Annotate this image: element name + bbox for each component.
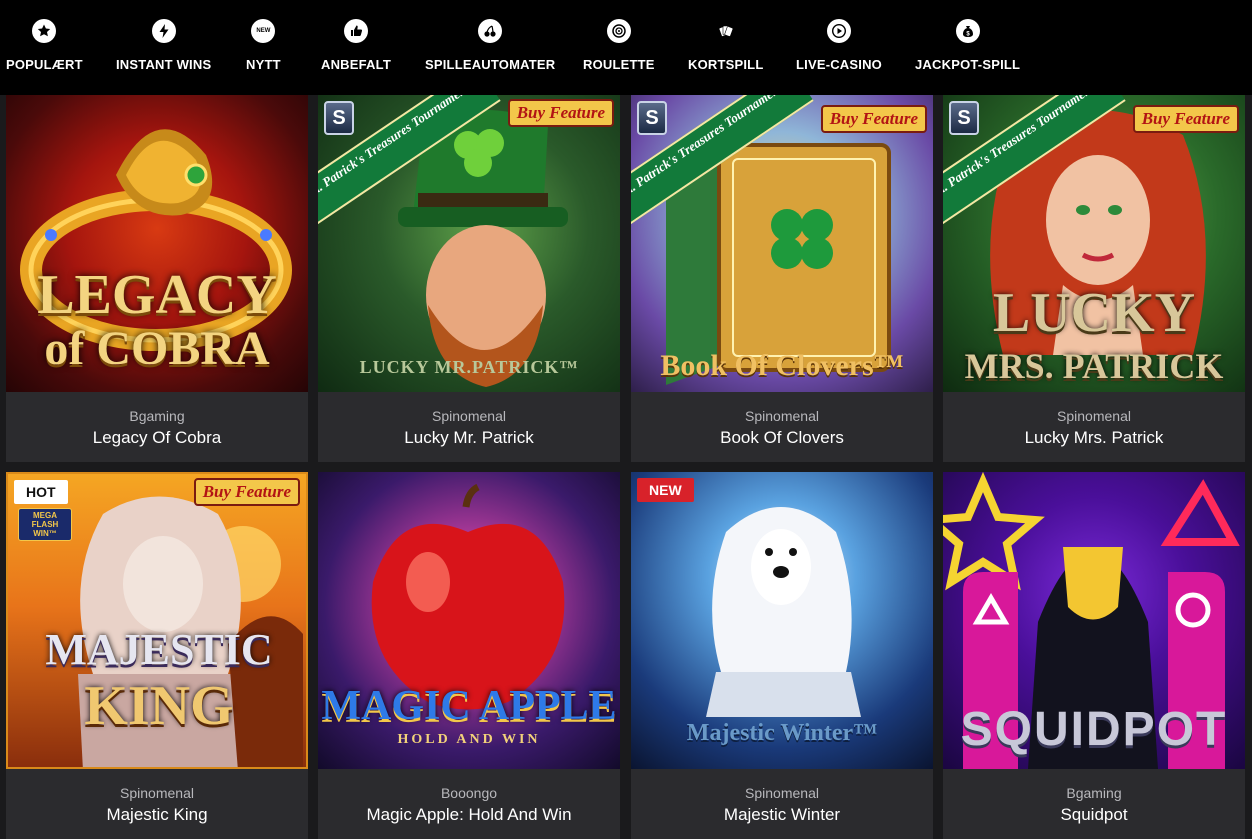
nav-item-card-games[interactable]: KORTSPILL (688, 19, 763, 81)
game-thumbnail: LUCKY MR.PATRICK™ S St. Patrick's Treasu… (318, 95, 620, 392)
game-tile-legacy-of-cobra[interactable]: LEGACY of COBRA Bgaming Legacy Of Cobra (6, 95, 308, 462)
new-badge: NEW (637, 478, 694, 502)
nav-label: POPULÆRT (6, 57, 83, 72)
game-title: Lucky Mr. Patrick (404, 428, 534, 447)
game-tile-majestic-winter[interactable]: Majestic Winter™ NEW Spinomenal Majestic… (631, 472, 933, 839)
nav-label: KORTSPILL (688, 57, 764, 72)
game-title: Book Of Clovers (720, 428, 844, 447)
game-logo-text: HOLD AND WIN (397, 732, 541, 747)
game-meta: Booongo Magic Apple: Hold And Win (318, 769, 620, 839)
buy-feature-badge: Buy Feature (1132, 105, 1239, 133)
game-title: Lucky Mrs. Patrick (1024, 428, 1164, 447)
roulette-icon (606, 19, 631, 43)
nav-label: JACKPOT-SPILL (915, 57, 1021, 72)
game-title: Majestic King (106, 805, 208, 824)
game-tile-squidpot[interactable]: SQUIDPOT Bgaming Squidpot (943, 472, 1245, 839)
nav-item-live-casino[interactable]: LIVE-CASINO (796, 19, 882, 81)
game-meta: Spinomenal Majestic King (6, 769, 308, 839)
game-meta: Spinomenal Lucky Mrs. Patrick (943, 392, 1245, 462)
game-logo-text: SQUIDPOT (960, 703, 1228, 756)
game-logo-text: Majestic Winter™ (686, 720, 878, 746)
game-meta: Spinomenal Book Of Clovers (631, 392, 933, 462)
game-title: Magic Apple: Hold And Win (366, 805, 572, 824)
lightning-icon (151, 19, 176, 43)
spinomenal-logo-icon: S (324, 101, 354, 135)
game-provider: Booongo (440, 785, 498, 801)
game-thumbnail: MAJESTIC KING HOT MEGA FLASH WIN™ Buy Fe… (6, 472, 308, 769)
buy-feature-badge: Buy Feature (193, 478, 300, 506)
spinomenal-logo-icon: S (637, 101, 667, 135)
nav-label: SPILLEAUTOMATER (425, 57, 556, 72)
game-provider: Spinomenal (1057, 408, 1131, 424)
nav-item-popular[interactable]: POPULÆRT (6, 19, 83, 81)
game-logo-text: LUCKY (992, 282, 1196, 344)
game-thumbnail: SQUIDPOT (943, 472, 1245, 769)
new-icon: NEW (251, 19, 276, 43)
buy-feature-badge: Buy Feature (820, 105, 927, 133)
game-thumbnail: Majestic Winter™ NEW (631, 472, 933, 769)
game-provider: Spinomenal (432, 408, 506, 424)
game-provider: Spinomenal (120, 785, 194, 801)
nav-label: INSTANT WINS (116, 57, 212, 72)
game-thumbnail: MAGIC APPLE HOLD AND WIN (318, 472, 620, 769)
game-meta: Spinomenal Lucky Mr. Patrick (318, 392, 620, 462)
game-provider: Spinomenal (745, 785, 819, 801)
game-logo-text: Book Of Clovers™ (660, 349, 904, 382)
game-logo-text: KING (84, 675, 234, 737)
game-title: Majestic Winter (723, 805, 841, 824)
spinomenal-logo-icon: S (949, 101, 979, 135)
game-meta: Bgaming Squidpot (943, 769, 1245, 839)
nav-item-instant-wins[interactable]: INSTANT WINS (116, 19, 211, 81)
nav-label: LIVE-CASINO (796, 57, 882, 72)
star-icon (32, 19, 57, 43)
game-logo-text: MAGIC APPLE (321, 683, 617, 729)
hot-badge: HOT (14, 480, 68, 504)
game-tile-lucky-mrs-patrick[interactable]: LUCKY MRS. PATRICK S St. Patrick's Treas… (943, 95, 1245, 462)
cherry-icon (478, 19, 503, 43)
game-logo-text: of COBRA (44, 322, 270, 375)
money-bag-icon: $ (955, 19, 980, 43)
category-nav: POPULÆRT INSTANT WINS NEW NYTT ANBEFALT … (0, 0, 1252, 95)
game-thumbnail: LUCKY MRS. PATRICK S St. Patrick's Treas… (943, 95, 1245, 392)
nav-label: ROULETTE (583, 57, 655, 72)
game-logo-text: MRS. PATRICK (964, 346, 1224, 386)
game-provider: Bgaming (1066, 785, 1122, 801)
game-thumbnail: Book Of Clovers™ S St. Patrick's Treasur… (631, 95, 933, 392)
play-icon (826, 19, 851, 43)
buy-feature-badge: Buy Feature (507, 99, 614, 127)
game-thumbnail: LEGACY of COBRA (6, 95, 308, 392)
game-tile-majestic-king[interactable]: MAJESTIC KING HOT MEGA FLASH WIN™ Buy Fe… (6, 472, 308, 839)
new-icon-text: NEW (256, 28, 271, 34)
game-provider: Spinomenal (745, 408, 819, 424)
mega-flash-win-badge: MEGA FLASH WIN™ (18, 508, 72, 541)
game-logo-text: LEGACY (37, 264, 277, 326)
game-tile-lucky-mr-patrick[interactable]: LUCKY MR.PATRICK™ S St. Patrick's Treasu… (318, 95, 620, 462)
game-tile-book-of-clovers[interactable]: Book Of Clovers™ S St. Patrick's Treasur… (631, 95, 933, 462)
thumbs-up-icon (343, 19, 368, 43)
game-logo-text: LUCKY MR.PATRICK™ (359, 357, 579, 377)
game-title: Legacy Of Cobra (92, 428, 222, 447)
nav-item-jackpot[interactable]: $ JACKPOT-SPILL (915, 19, 1020, 81)
game-meta: Bgaming Legacy Of Cobra (6, 392, 308, 462)
cards-icon (714, 19, 738, 43)
game-title: Squidpot (1060, 805, 1128, 824)
game-logo-text: MAJESTIC (45, 625, 273, 674)
game-tile-magic-apple[interactable]: MAGIC APPLE HOLD AND WIN Booongo Magic A… (318, 472, 620, 839)
game-provider: Bgaming (129, 408, 185, 424)
nav-label: NYTT (246, 57, 281, 72)
game-meta: Spinomenal Majestic Winter (631, 769, 933, 839)
nav-label: ANBEFALT (321, 57, 391, 72)
nav-item-roulette[interactable]: ROULETTE (583, 19, 655, 81)
nav-item-slots[interactable]: SPILLEAUTOMATER (425, 19, 555, 81)
nav-item-recommended[interactable]: ANBEFALT (321, 19, 391, 81)
nav-item-new[interactable]: NEW NYTT (246, 19, 281, 81)
